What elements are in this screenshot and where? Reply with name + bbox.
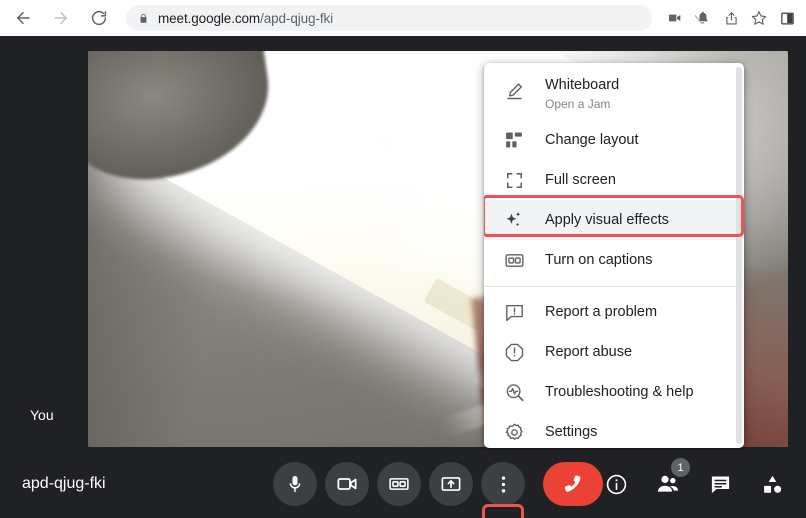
menu-item-turn-on-captions[interactable]: Turn on captions (484, 240, 744, 280)
full-screen-icon (502, 168, 526, 192)
change-layout-icon (502, 128, 526, 152)
call-controls (273, 462, 603, 506)
bookmark-star-icon[interactable] (746, 5, 772, 31)
meet-bottom-bar: apd-qjug-fki 1 (0, 450, 806, 518)
report-problem-icon (502, 300, 526, 324)
activities-button[interactable] (748, 460, 796, 508)
menu-scrollbar[interactable] (736, 67, 742, 444)
meeting-details-button[interactable] (592, 460, 640, 508)
menu-item-label: Report a problem (545, 304, 658, 320)
google-meet-stage: You Whiteboard Open a Jam Change layout … (0, 36, 806, 518)
meeting-code-label: apd-qjug-fki (22, 475, 106, 492)
menu-item-troubleshooting-and-help[interactable]: Troubleshooting & help (484, 372, 744, 412)
browser-toolbar: meet.google.com/apd-qjug-fki (0, 0, 806, 36)
people-button[interactable]: 1 (644, 458, 692, 508)
captions-button[interactable] (377, 462, 421, 506)
menu-item-whiteboard[interactable]: Whiteboard Open a Jam (484, 70, 744, 120)
browser-actions (662, 5, 806, 31)
more-options-menu: Whiteboard Open a Jam Change layout Full… (484, 63, 744, 448)
chat-button[interactable] (696, 460, 744, 508)
menu-item-label: Change layout (545, 132, 639, 148)
menu-item-label: Settings (545, 424, 598, 440)
menu-item-label: Whiteboard (545, 77, 620, 93)
menu-item-label: Report abuse (545, 344, 633, 360)
url-host: meet.google.com (158, 10, 261, 26)
back-icon[interactable] (8, 3, 38, 33)
people-count-badge: 1 (671, 458, 690, 477)
lock-icon (138, 12, 149, 25)
menu-item-label: Full screen (545, 172, 616, 188)
reload-icon[interactable] (84, 3, 114, 33)
address-bar[interactable]: meet.google.com/apd-qjug-fki (126, 5, 652, 31)
notifications-blocked-icon[interactable] (690, 5, 716, 31)
menu-item-change-layout[interactable]: Change layout (484, 120, 744, 160)
menu-item-apply-visual-effects[interactable]: Apply visual effects (484, 200, 744, 240)
url-text: meet.google.com/apd-qjug-fki (158, 11, 333, 26)
settings-gear-icon (502, 420, 526, 444)
side-panel-icon[interactable] (774, 5, 800, 31)
menu-item-full-screen[interactable]: Full screen (484, 160, 744, 200)
camera-icon[interactable] (662, 5, 688, 31)
self-name-label: You (30, 407, 54, 423)
forward-icon[interactable] (46, 3, 76, 33)
menu-item-report-abuse[interactable]: Report abuse (484, 332, 744, 372)
more-options-button[interactable] (481, 462, 525, 506)
menu-item-label: Apply visual effects (545, 212, 669, 228)
meet-right-controls: 1 (592, 458, 796, 508)
whiteboard-pencil-icon (502, 79, 526, 103)
url-path: /apd-qjug-fki (260, 10, 334, 26)
camera-button[interactable] (325, 462, 369, 506)
menu-item-settings[interactable]: Settings (484, 412, 744, 448)
present-screen-button[interactable] (429, 462, 473, 506)
captions-cc-icon (502, 248, 526, 272)
microphone-button[interactable] (273, 462, 317, 506)
troubleshooting-icon (502, 380, 526, 404)
report-abuse-icon (502, 340, 526, 364)
menu-divider (484, 286, 744, 287)
visual-effects-sparkle-icon (502, 208, 526, 232)
menu-item-label: Troubleshooting & help (545, 384, 694, 400)
menu-item-sublabel: Open a Jam (545, 97, 611, 111)
menu-item-report-a-problem[interactable]: Report a problem (484, 292, 744, 332)
menu-item-label: Turn on captions (545, 252, 653, 268)
share-icon[interactable] (718, 5, 744, 31)
